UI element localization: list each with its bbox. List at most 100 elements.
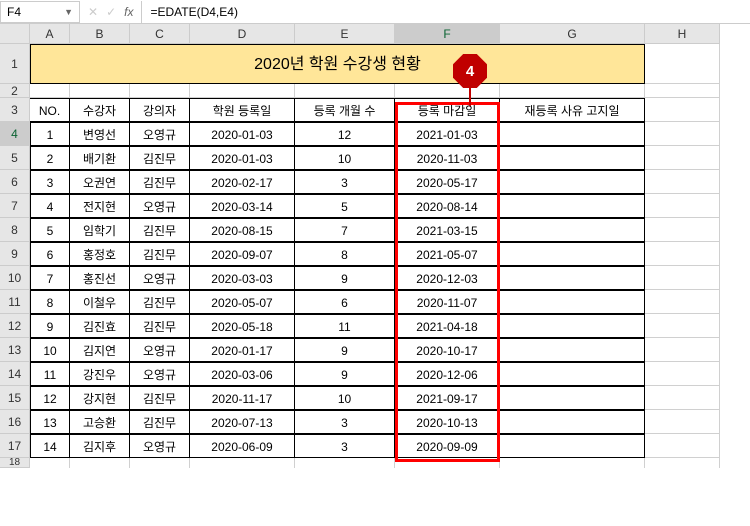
cell-student[interactable]: 오권연: [70, 170, 130, 194]
cell-student[interactable]: 홍정호: [70, 242, 130, 266]
cell-instructor[interactable]: 김진무: [130, 146, 190, 170]
cell-no[interactable]: 4: [30, 194, 70, 218]
cell-regdate[interactable]: 2020-03-14: [190, 194, 295, 218]
cell-enddate[interactable]: 2020-09-09: [395, 434, 500, 458]
row-header-5[interactable]: 5: [0, 146, 30, 170]
cell-rereg[interactable]: [500, 314, 645, 338]
row-header-9[interactable]: 9: [0, 242, 30, 266]
cell-no[interactable]: 3: [30, 170, 70, 194]
dropdown-icon[interactable]: ▼: [64, 7, 73, 17]
confirm-icon[interactable]: ✓: [106, 5, 116, 19]
cell-regdate[interactable]: 2020-03-03: [190, 266, 295, 290]
cell-enddate[interactable]: 2020-11-07: [395, 290, 500, 314]
cell-rereg[interactable]: [500, 146, 645, 170]
cell-regdate[interactable]: 2020-07-13: [190, 410, 295, 434]
cell-enddate[interactable]: 2021-04-18: [395, 314, 500, 338]
cell-no[interactable]: 5: [30, 218, 70, 242]
cell-rereg[interactable]: [500, 218, 645, 242]
cell-instructor[interactable]: 김진무: [130, 290, 190, 314]
row-header-18[interactable]: 18: [0, 458, 30, 468]
cell-instructor[interactable]: 오영규: [130, 122, 190, 146]
cell-no[interactable]: 8: [30, 290, 70, 314]
cell-months[interactable]: 3: [295, 170, 395, 194]
cell-instructor[interactable]: 오영규: [130, 266, 190, 290]
cell-enddate[interactable]: 2020-12-03: [395, 266, 500, 290]
row-header-17[interactable]: 17: [0, 434, 30, 458]
cell-regdate[interactable]: 2020-01-03: [190, 122, 295, 146]
cancel-icon[interactable]: ✕: [88, 5, 98, 19]
cell-student[interactable]: 이철우: [70, 290, 130, 314]
row-header-14[interactable]: 14: [0, 362, 30, 386]
cell-instructor[interactable]: 김진무: [130, 314, 190, 338]
header-regdate[interactable]: 학원 등록일: [190, 98, 295, 122]
cell-months[interactable]: 6: [295, 290, 395, 314]
cell-instructor[interactable]: 김진무: [130, 386, 190, 410]
cell-rereg[interactable]: [500, 194, 645, 218]
col-header-B[interactable]: B: [70, 24, 130, 44]
cell-months[interactable]: 5: [295, 194, 395, 218]
cell-student[interactable]: 배기환: [70, 146, 130, 170]
cell-regdate[interactable]: 2020-01-17: [190, 338, 295, 362]
header-instructor[interactable]: 강의자: [130, 98, 190, 122]
cell-rereg[interactable]: [500, 410, 645, 434]
col-header-G[interactable]: G: [500, 24, 645, 44]
cell-months[interactable]: 9: [295, 362, 395, 386]
cell-student[interactable]: 홍진선: [70, 266, 130, 290]
cell-instructor[interactable]: 오영규: [130, 338, 190, 362]
row-header-2[interactable]: 2: [0, 84, 30, 98]
row-header-6[interactable]: 6: [0, 170, 30, 194]
row-header-7[interactable]: 7: [0, 194, 30, 218]
cell-regdate[interactable]: 2020-02-17: [190, 170, 295, 194]
col-header-C[interactable]: C: [130, 24, 190, 44]
cell-student[interactable]: 김진효: [70, 314, 130, 338]
cell-rereg[interactable]: [500, 170, 645, 194]
row-header-8[interactable]: 8: [0, 218, 30, 242]
cell-regdate[interactable]: 2020-01-03: [190, 146, 295, 170]
cell-rereg[interactable]: [500, 122, 645, 146]
cell-no[interactable]: 11: [30, 362, 70, 386]
fx-icon[interactable]: fx: [124, 5, 133, 19]
cell-regdate[interactable]: 2020-05-18: [190, 314, 295, 338]
cell-instructor[interactable]: 오영규: [130, 194, 190, 218]
cell-months[interactable]: 3: [295, 410, 395, 434]
cell-enddate[interactable]: 2020-10-13: [395, 410, 500, 434]
row-header-11[interactable]: 11: [0, 290, 30, 314]
cell-months[interactable]: 3: [295, 434, 395, 458]
cell-enddate[interactable]: 2020-12-06: [395, 362, 500, 386]
cell-months[interactable]: 9: [295, 266, 395, 290]
cell-no[interactable]: 6: [30, 242, 70, 266]
cell-student[interactable]: 강진우: [70, 362, 130, 386]
cell-no[interactable]: 14: [30, 434, 70, 458]
cell-rereg[interactable]: [500, 338, 645, 362]
cell-rereg[interactable]: [500, 362, 645, 386]
cell-enddate[interactable]: 2021-05-07: [395, 242, 500, 266]
cell-enddate[interactable]: 2021-03-15: [395, 218, 500, 242]
cell-regdate[interactable]: 2020-03-06: [190, 362, 295, 386]
cell-no[interactable]: 12: [30, 386, 70, 410]
row-header-15[interactable]: 15: [0, 386, 30, 410]
cell-months[interactable]: 11: [295, 314, 395, 338]
cell-enddate[interactable]: 2021-01-03: [395, 122, 500, 146]
row-header-1[interactable]: 1: [0, 44, 30, 84]
cell-enddate[interactable]: 2020-10-17: [395, 338, 500, 362]
cell-no[interactable]: 7: [30, 266, 70, 290]
row-header-10[interactable]: 10: [0, 266, 30, 290]
col-header-F[interactable]: F: [395, 24, 500, 44]
cell[interactable]: [645, 44, 720, 84]
cell-months[interactable]: 10: [295, 146, 395, 170]
header-student[interactable]: 수강자: [70, 98, 130, 122]
cell-student[interactable]: 전지현: [70, 194, 130, 218]
cell-enddate[interactable]: 2021-09-17: [395, 386, 500, 410]
cell-rereg[interactable]: [500, 242, 645, 266]
col-header-H[interactable]: H: [645, 24, 720, 44]
cell-instructor[interactable]: 김진무: [130, 218, 190, 242]
cell-months[interactable]: 8: [295, 242, 395, 266]
col-header-D[interactable]: D: [190, 24, 295, 44]
cell-no[interactable]: 2: [30, 146, 70, 170]
cell-regdate[interactable]: 2020-11-17: [190, 386, 295, 410]
cell-student[interactable]: 임학기: [70, 218, 130, 242]
cell-instructor[interactable]: 김진무: [130, 242, 190, 266]
row-header-13[interactable]: 13: [0, 338, 30, 362]
row-header-3[interactable]: 3: [0, 98, 30, 122]
cell-instructor[interactable]: 오영규: [130, 434, 190, 458]
